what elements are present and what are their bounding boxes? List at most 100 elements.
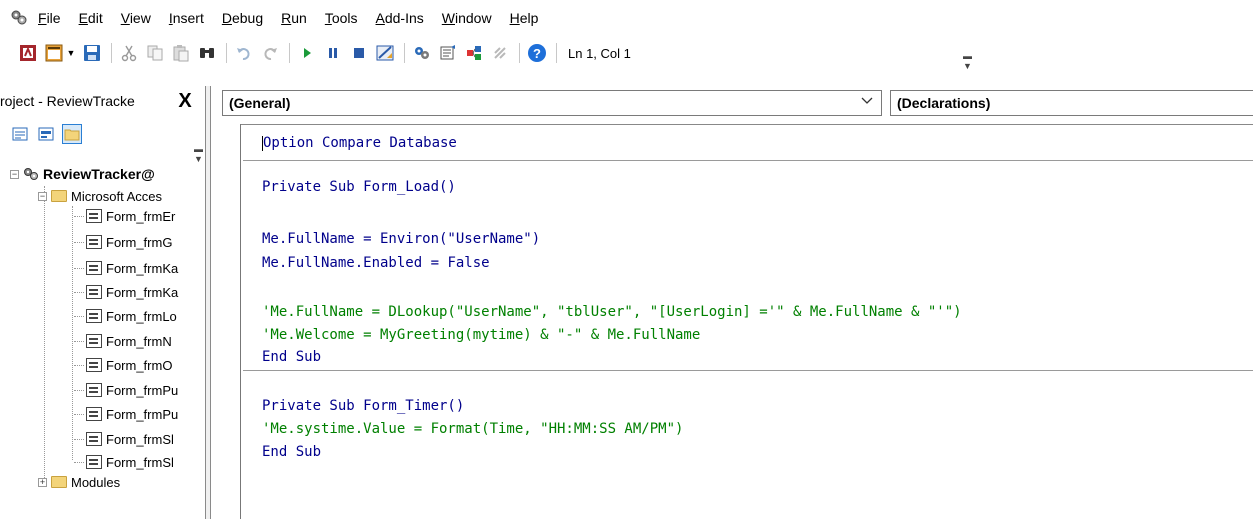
menu-run[interactable]: Run [279,8,309,28]
form-label: Form_frmPu [106,382,179,398]
save-icon[interactable] [82,43,102,63]
find-icon[interactable] [197,43,217,63]
tree-item-form[interactable]: Form_frmPu [74,380,178,400]
form-module-icon [86,285,102,299]
code-statement: Me.FullName = Environ("UserName") [262,231,541,247]
code-comment-line[interactable]: 'Me.systime.Value = Format(Time, "HH:MM:… [262,419,683,439]
tree-item-form[interactable]: Form_frmSl [74,429,174,449]
code-comment-line[interactable]: 'Me.FullName = DLookup("UserName", "tblU… [262,302,962,322]
form-module-icon [86,309,102,323]
copy-icon[interactable] [145,43,165,63]
tree-item-form[interactable]: Form_frmSl [74,452,174,472]
tree-item-form[interactable]: Form_frmPu [74,404,178,424]
menu-debug[interactable]: Debug [220,8,265,28]
toolbar-separator [289,43,290,63]
tree-item-project-root[interactable]: − ReviewTracker@ [10,164,155,184]
code-line[interactable]: Private Sub Form_Timer() [262,396,464,416]
form-module-icon [86,455,102,469]
procedure-combo-value: (Declarations) [897,95,991,111]
collapse-icon[interactable]: − [10,169,19,179]
menu-view[interactable]: View [119,8,153,28]
toolbar-separator [556,43,557,63]
form-label: Form_frmKa [106,260,179,276]
access-view-icon[interactable] [18,43,38,63]
procedure-divider [243,160,1253,161]
chevron-down-icon[interactable]: ▼ [66,43,76,63]
code-margin-indicator-bar[interactable] [215,124,241,519]
procedure-divider [243,370,1253,371]
folder-icon [51,476,67,488]
code-end-sub[interactable]: End Sub [262,347,321,367]
code-keyword: Private Sub [262,179,355,195]
close-icon[interactable]: X [172,90,198,112]
vba-app-icon [10,9,28,27]
form-label: Form_frmG [106,234,173,250]
form-module-icon [86,383,102,397]
toggle-folders-icon[interactable] [62,124,82,144]
menu-window[interactable]: Window [440,8,494,28]
paste-icon[interactable] [171,43,191,63]
toolbar-separator [404,43,405,63]
form-label: Form_frmSl [106,431,174,447]
tree-item-form[interactable]: Form_frmLo [74,306,177,326]
project-explorer-toolbar [10,124,88,144]
tree-item-access-objects[interactable]: − Microsoft Acces [38,186,162,206]
tree-item-form[interactable]: Form_frmG [74,232,172,252]
toolbar-separator [226,43,227,63]
undo-icon[interactable] [234,43,254,63]
cursor-position: Ln 1, Col 1 [568,45,631,61]
pane-splitter[interactable] [205,86,211,519]
menu-tools[interactable]: Tools [323,8,360,28]
tree-item-form[interactable]: Form_frmKa [74,258,178,278]
toolbar-separator [111,43,112,63]
tree-item-form[interactable]: Form_frmEr [74,206,175,226]
cut-icon[interactable] [119,43,139,63]
menu-add-ins[interactable]: Add-Ins [374,8,426,28]
tree-item-form[interactable]: Form_frmN [74,331,172,351]
code-line[interactable]: Me.FullName.Enabled = False [262,253,490,273]
menu-file[interactable]: File [36,8,63,28]
vba-project-icon [23,167,39,181]
code-line[interactable]: Me.FullName = Environ("UserName") [262,229,540,249]
code-end-sub[interactable]: End Sub [262,442,321,462]
run-icon[interactable] [297,43,317,63]
form-label: Form_frmPu [106,406,179,422]
redo-icon[interactable] [260,43,280,63]
form-module-icon [86,358,102,372]
code-line[interactable]: Option Compare Database [262,133,457,153]
tree-item-form[interactable]: Form_frmO [74,355,172,375]
view-code-icon[interactable] [10,124,30,144]
menu-help[interactable]: Help [508,8,541,28]
toolbox-icon[interactable] [490,43,510,63]
tree-item-modules[interactable]: + Modules [38,472,120,492]
reset-icon[interactable] [349,43,369,63]
object-combo[interactable]: (General) [222,90,882,116]
toolbar-separator [519,43,520,63]
toolbar-overflow-icon[interactable]: ▬ ▼ [963,51,972,71]
project-explorer-icon[interactable] [412,43,432,63]
expand-icon[interactable]: + [38,477,47,487]
collapse-icon[interactable]: − [38,191,47,201]
object-browser-icon[interactable] [464,43,484,63]
form-label: Form_frmEr [106,208,176,224]
code-option-statement: Option Compare Database [263,135,457,151]
code-keyword: False [447,255,490,271]
chevron-down-icon[interactable] [861,93,873,109]
break-icon[interactable] [323,43,343,63]
view-object-icon[interactable] [36,124,56,144]
menu-insert[interactable]: Insert [167,8,206,28]
standard-toolbar: ▼ ? Ln 1, Col 1 [0,36,1253,70]
design-mode-icon[interactable] [375,43,395,63]
tree-item-form[interactable]: Form_frmKa [74,282,178,302]
code-line[interactable]: Private Sub Form_Load() [262,177,456,197]
help-icon[interactable]: ? [527,43,547,63]
properties-window-icon[interactable] [438,43,458,63]
modules-label: Modules [71,474,121,490]
menu-edit[interactable]: Edit [77,8,105,28]
code-comment-line[interactable]: 'Me.Welcome = MyGreeting(mytime) & "-" &… [262,325,700,345]
insert-userform-icon[interactable] [44,43,64,63]
procedure-combo[interactable]: (Declarations) [890,90,1253,116]
project-toolbar-overflow-icon[interactable]: ▬ ▼ [194,144,203,164]
form-module-icon [86,407,102,421]
code-sub-name: Form_Timer() [354,398,465,414]
